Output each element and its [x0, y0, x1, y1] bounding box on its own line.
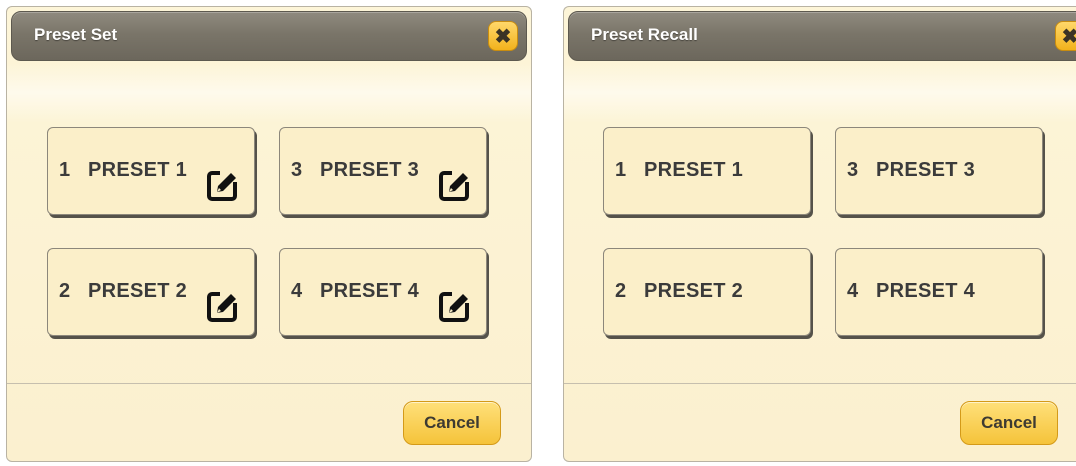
preset-set-button-4[interactable]: 4 PRESET 4 [279, 248, 487, 336]
dialog-titlebar: Preset Recall ✖ [568, 11, 1076, 61]
preset-label: PRESET 2 [88, 280, 188, 302]
edit-icon[interactable] [438, 289, 472, 323]
preset-label: PRESET 2 [644, 280, 744, 302]
preset-recall-button-4[interactable]: 4 PRESET 4 [835, 248, 1043, 336]
edit-icon[interactable] [206, 289, 240, 323]
close-icon[interactable]: ✖ [1055, 21, 1076, 51]
preset-number: 1 [59, 159, 71, 181]
preset-number: 2 [59, 280, 71, 302]
preset-number: 2 [615, 280, 627, 302]
dialog-title: Preset Recall [591, 25, 698, 44]
preset-number: 4 [847, 280, 859, 302]
preset-label: PRESET 3 [320, 159, 420, 181]
preset-recall-button-3[interactable]: 3 PRESET 3 [835, 127, 1043, 215]
dialog-titlebar: Preset Set ✖ [11, 11, 527, 61]
preset-number: 3 [291, 159, 303, 181]
preset-label: PRESET 4 [876, 280, 976, 302]
close-icon[interactable]: ✖ [488, 21, 518, 51]
edit-icon[interactable] [438, 168, 472, 202]
preset-set-dialog: Preset Set ✖ 1 PRESET 1 3 PRESET 3 2 PRE… [6, 6, 532, 462]
preset-set-button-2[interactable]: 2 PRESET 2 [47, 248, 255, 336]
cancel-button[interactable]: Cancel [960, 401, 1058, 445]
preset-number: 1 [615, 159, 627, 181]
preset-label: PRESET 4 [320, 280, 420, 302]
preset-set-button-3[interactable]: 3 PRESET 3 [279, 127, 487, 215]
preset-label: PRESET 1 [644, 159, 744, 181]
header-glow [564, 63, 1076, 123]
cancel-button[interactable]: Cancel [403, 401, 501, 445]
preset-recall-dialog: Preset Recall ✖ 1 PRESET 1 3 PRESET 3 2 … [563, 6, 1076, 462]
footer-divider [564, 383, 1076, 384]
header-glow [7, 63, 531, 123]
preset-recall-button-1[interactable]: 1 PRESET 1 [603, 127, 811, 215]
preset-set-button-1[interactable]: 1 PRESET 1 [47, 127, 255, 215]
preset-number: 3 [847, 159, 859, 181]
preset-recall-button-2[interactable]: 2 PRESET 2 [603, 248, 811, 336]
preset-number: 4 [291, 280, 303, 302]
preset-label: PRESET 3 [876, 159, 976, 181]
footer-divider [7, 383, 531, 384]
dialog-title: Preset Set [34, 25, 118, 44]
edit-icon[interactable] [206, 168, 240, 202]
preset-label: PRESET 1 [88, 159, 188, 181]
